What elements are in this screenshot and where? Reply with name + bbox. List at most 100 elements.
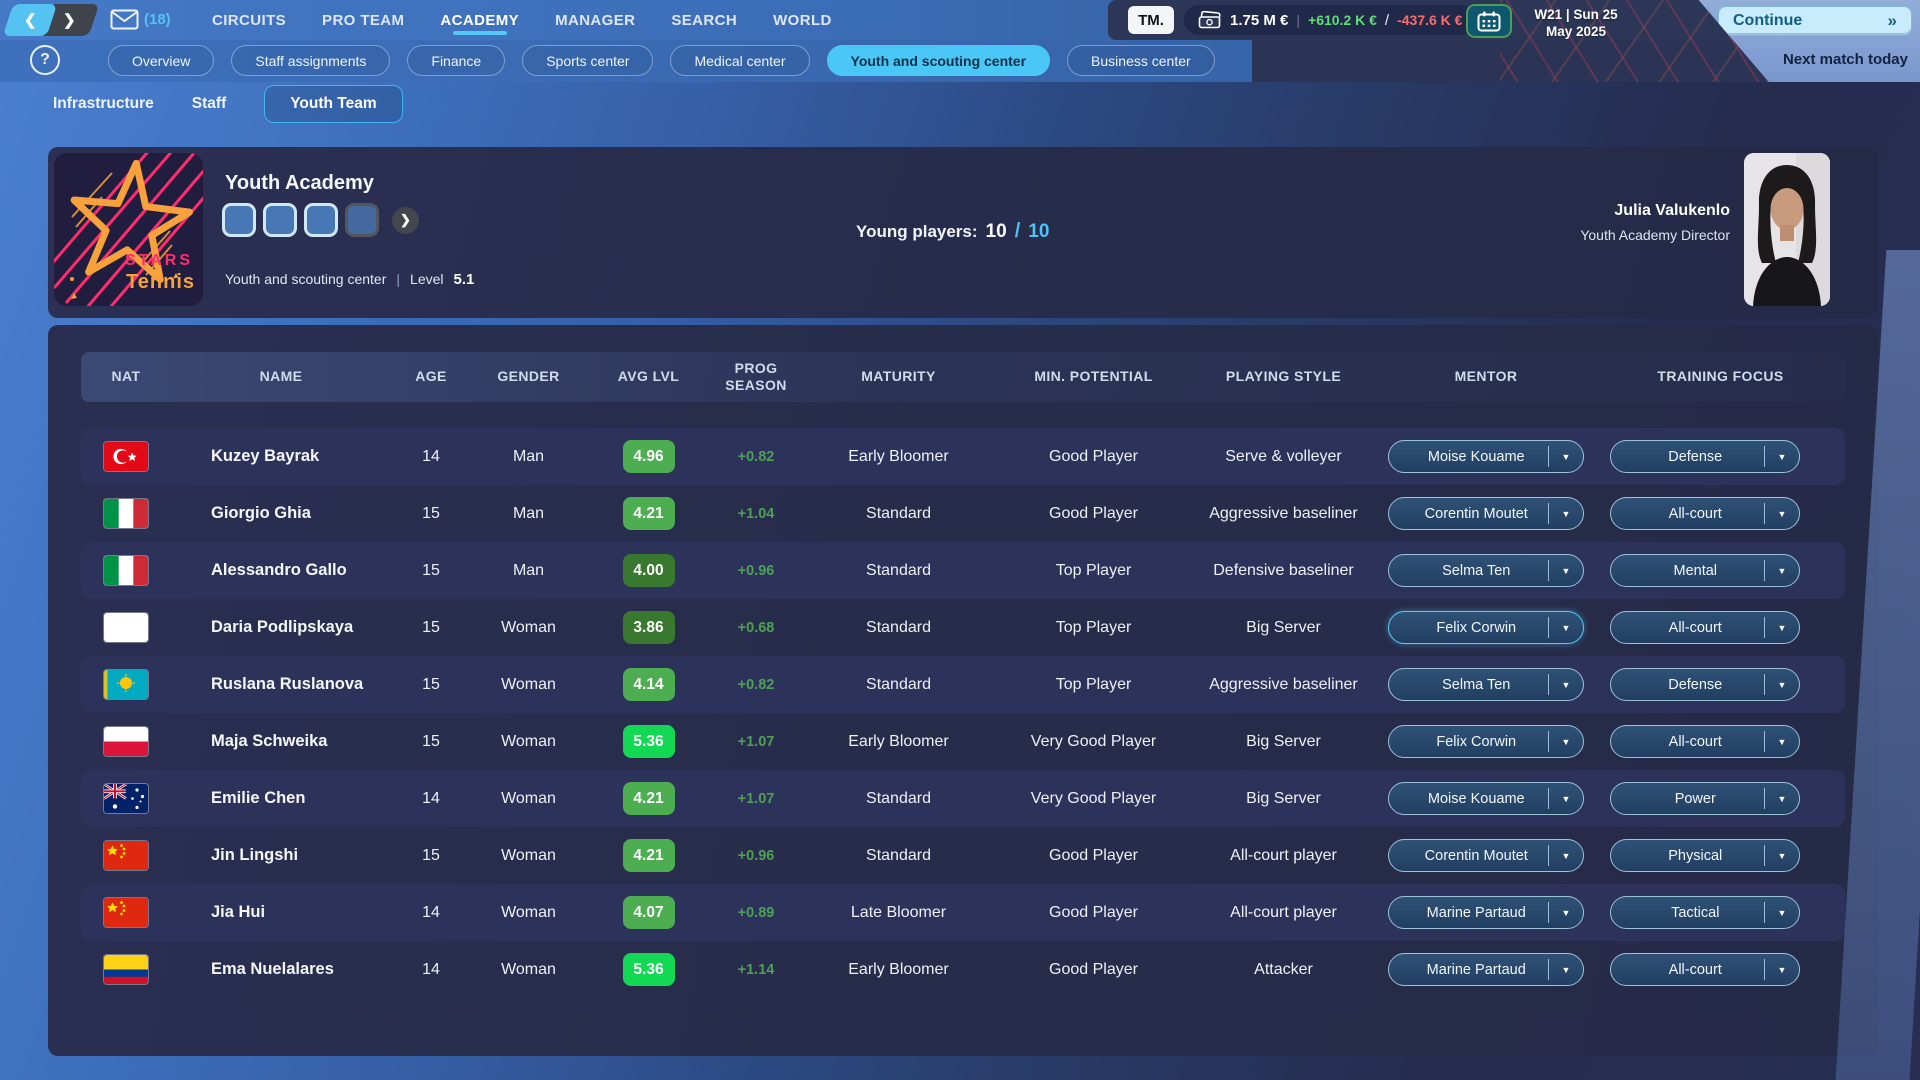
youth-center-tabs: Infrastructure Staff Youth Team (53, 84, 403, 124)
table-header-row: NATNAMEAGEGENDERAVG LVLPROG SEASONMATURI… (81, 352, 1845, 402)
player-nationality-flag (81, 898, 171, 927)
mentor-dropdown[interactable]: Moise Kouame▼ (1388, 782, 1584, 815)
player-age: 14 (391, 448, 471, 466)
table-row[interactable]: Giorgio Ghia15Man4.21+1.04StandardGood P… (81, 485, 1845, 542)
min-potential-value: Top Player (996, 619, 1191, 637)
training-focus-value: All-court (1611, 620, 1764, 636)
training-focus-dropdown[interactable]: Mental▼ (1610, 554, 1800, 587)
nav-item-pro-team[interactable]: PRO TEAM (322, 0, 404, 40)
chevron-down-icon: ▼ (1765, 794, 1799, 804)
continue-button[interactable]: Continue » (1718, 6, 1912, 36)
pill-sports-center[interactable]: Sports center (522, 45, 653, 76)
maturity-value: Early Bloomer (801, 733, 996, 751)
center-name: Youth and scouting center (225, 271, 386, 287)
training-focus-dropdown[interactable]: All-court▼ (1610, 725, 1800, 758)
mentor-dropdown[interactable]: Selma Ten▼ (1388, 668, 1584, 701)
pill-medical-center[interactable]: Medical center (670, 45, 809, 76)
flag-aus-icon (104, 784, 148, 813)
mentor-dropdown[interactable]: Marine Partaud▼ (1388, 896, 1584, 929)
nav-item-academy[interactable]: ACADEMY (440, 0, 519, 40)
prog-season-value: +1.14 (711, 962, 801, 978)
player-nationality-flag (81, 784, 171, 813)
calendar-button[interactable] (1466, 4, 1512, 38)
mentor-dropdown[interactable]: Marine Partaud▼ (1388, 953, 1584, 986)
training-focus-dropdown[interactable]: Tactical▼ (1610, 896, 1800, 929)
player-age: 15 (391, 733, 471, 751)
min-potential-value: Very Good Player (996, 790, 1191, 808)
pill-overview[interactable]: Overview (108, 45, 214, 76)
player-gender: Woman (471, 676, 586, 694)
tab-youth-team[interactable]: Youth Team (264, 85, 402, 123)
prog-season-value: +0.96 (711, 563, 801, 579)
avg-level-cell: 4.14 (586, 668, 711, 701)
director-name: Julia Valukenlo (1580, 202, 1730, 220)
table-row[interactable]: Emilie Chen14Woman4.21+1.07StandardVery … (81, 770, 1845, 827)
prog-season-value: +1.07 (711, 791, 801, 807)
player-gender: Woman (471, 847, 586, 865)
mentor-value: Marine Partaud (1389, 905, 1548, 921)
nav-item-manager[interactable]: MANAGER (555, 0, 635, 40)
flag-ita-icon (104, 556, 148, 585)
mentor-cell: Felix Corwin▼ (1376, 725, 1596, 758)
table-row[interactable]: Jin Lingshi15Woman4.21+0.96StandardGood … (81, 827, 1845, 884)
player-name: Jia Hui (171, 903, 391, 922)
training-focus-dropdown[interactable]: Defense▼ (1610, 668, 1800, 701)
mentor-cell: Marine Partaud▼ (1376, 953, 1596, 986)
training-focus-dropdown[interactable]: All-court▼ (1610, 497, 1800, 530)
nav-item-circuits[interactable]: CIRCUITS (212, 0, 286, 40)
mentor-dropdown[interactable]: Moise Kouame▼ (1388, 440, 1584, 473)
chevron-down-icon: ▼ (1765, 965, 1799, 975)
mentor-dropdown[interactable]: Corentin Moutet▼ (1388, 839, 1584, 872)
academy-slot-4 (345, 203, 379, 237)
nav-item-search[interactable]: SEARCH (671, 0, 737, 40)
academy-section-nav: Overview Staff assignments Finance Sports c… (108, 45, 1215, 76)
table-row[interactable]: Daria Podlipskaya15Woman3.86+0.68Standar… (81, 599, 1845, 656)
table-row[interactable]: Jia Hui14Woman4.07+0.89Late BloomerGood … (81, 884, 1845, 941)
pill-staff-assignments[interactable]: Staff assignments (231, 45, 390, 76)
academy-slot-2 (263, 203, 297, 237)
training-focus-value: All-court (1611, 506, 1764, 522)
pill-youth-and-scouting-center[interactable]: Youth and scouting center (827, 45, 1051, 76)
avg-level-cell: 4.96 (586, 440, 711, 473)
date-month: May 2025 (1518, 24, 1634, 41)
chevron-down-icon: ▼ (1765, 566, 1799, 576)
main-nav: CIRCUITS PRO TEAM ACADEMY MANAGER SEARCH WORL… (212, 0, 832, 40)
flag-col-icon (104, 955, 148, 984)
young-players-slash: / (1015, 220, 1021, 243)
player-age: 14 (391, 961, 471, 979)
mentor-dropdown[interactable]: Corentin Moutet▼ (1388, 497, 1584, 530)
training-focus-dropdown[interactable]: All-court▼ (1610, 611, 1800, 644)
inbox-button[interactable]: (18) (110, 9, 171, 30)
flag-chn-icon (104, 841, 148, 870)
table-row[interactable]: Ema Nuelalares14Woman5.36+1.14Early Bloo… (81, 941, 1845, 998)
table-row[interactable]: Ruslana Ruslanova15Woman4.14+0.82Standar… (81, 656, 1845, 713)
training-focus-dropdown[interactable]: Defense▼ (1610, 440, 1800, 473)
mentor-cell: Corentin Moutet▼ (1376, 839, 1596, 872)
young-players-max: 10 (1028, 221, 1049, 243)
training-focus-dropdown[interactable]: Physical▼ (1610, 839, 1800, 872)
expand-slots-button[interactable]: ❯ (392, 207, 419, 234)
tab-staff[interactable]: Staff (192, 95, 226, 113)
young-players-counter: Young players: 10 / 10 (856, 220, 1049, 243)
min-potential-value: Good Player (996, 961, 1191, 979)
table-row[interactable]: Kuzey Bayrak14Man4.96+0.82Early BloomerG… (81, 428, 1845, 485)
table-row[interactable]: Maja Schweika15Woman5.36+1.07Early Bloom… (81, 713, 1845, 770)
training-focus-value: Defense (1611, 677, 1764, 693)
tab-infrastructure[interactable]: Infrastructure (53, 95, 154, 113)
table-row[interactable]: Alessandro Gallo15Man4.00+0.96StandardTo… (81, 542, 1845, 599)
playing-style-value: All-court player (1191, 847, 1376, 865)
nav-item-world[interactable]: WORLD (773, 0, 832, 40)
pill-finance[interactable]: Finance (407, 45, 505, 76)
column-header-min-potential: MIN. POTENTIAL (996, 368, 1191, 386)
help-button[interactable]: ? (30, 45, 60, 75)
finance-summary[interactable]: 1.75 M € | +610.2 K € / -437.6 K € (1184, 5, 1476, 35)
chevron-down-icon: ▼ (1549, 908, 1583, 918)
pill-business-center[interactable]: Business center (1067, 45, 1215, 76)
avg-level-badge: 5.36 (623, 953, 675, 986)
training-focus-dropdown[interactable]: All-court▼ (1610, 953, 1800, 986)
mentor-dropdown[interactable]: Selma Ten▼ (1388, 554, 1584, 587)
training-focus-dropdown[interactable]: Power▼ (1610, 782, 1800, 815)
level-value: 5.1 (454, 271, 475, 288)
mentor-dropdown[interactable]: Felix Corwin▼ (1388, 725, 1584, 758)
mentor-dropdown[interactable]: Felix Corwin▼ (1388, 611, 1584, 644)
